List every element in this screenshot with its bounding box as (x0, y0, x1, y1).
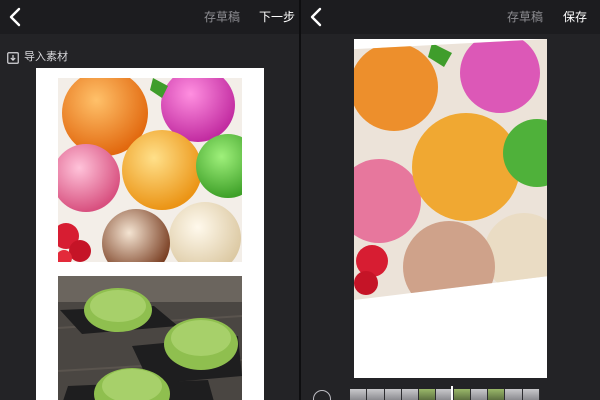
timeline-circle-icon[interactable] (313, 390, 331, 400)
import-icon (7, 49, 19, 64)
edit-screen: 存草稿 保存 (301, 0, 600, 400)
timeline-frame (419, 389, 437, 400)
save-draft-button[interactable]: 存草稿 (204, 8, 240, 25)
timeline-frame (488, 389, 506, 400)
green-ice-cream-photo[interactable] (58, 276, 242, 400)
import-material-label: 导入素材 (24, 50, 68, 63)
timeline-frames[interactable] (350, 389, 540, 400)
ice-cream-scoops-photo[interactable] (58, 78, 242, 262)
timeline-frame (401, 389, 420, 400)
material-card (36, 68, 264, 400)
back-icon[interactable] (307, 6, 327, 28)
save-draft-button[interactable]: 存草稿 (507, 8, 543, 25)
timeline-bar (301, 386, 600, 400)
save-button[interactable]: 保存 (563, 8, 587, 25)
timeline-cursor[interactable] (451, 386, 453, 400)
import-screen: 存草稿 下一步 导入素材 (0, 0, 299, 400)
timeline-frame (384, 389, 402, 400)
next-step-button[interactable]: 下一步 (259, 8, 295, 25)
timeline-frame (505, 389, 523, 400)
top-bar: 存草稿 保存 (301, 0, 600, 34)
poster-preview[interactable] (354, 39, 547, 378)
timeline-frame (470, 389, 489, 400)
timeline-frame (522, 389, 540, 400)
timeline-frame (453, 389, 471, 400)
timeline-frame (350, 389, 368, 400)
preview-ice-cream-photo (354, 39, 547, 301)
top-bar: 存草稿 下一步 (0, 0, 299, 34)
timeline-frame (367, 389, 385, 400)
back-icon[interactable] (6, 6, 26, 28)
